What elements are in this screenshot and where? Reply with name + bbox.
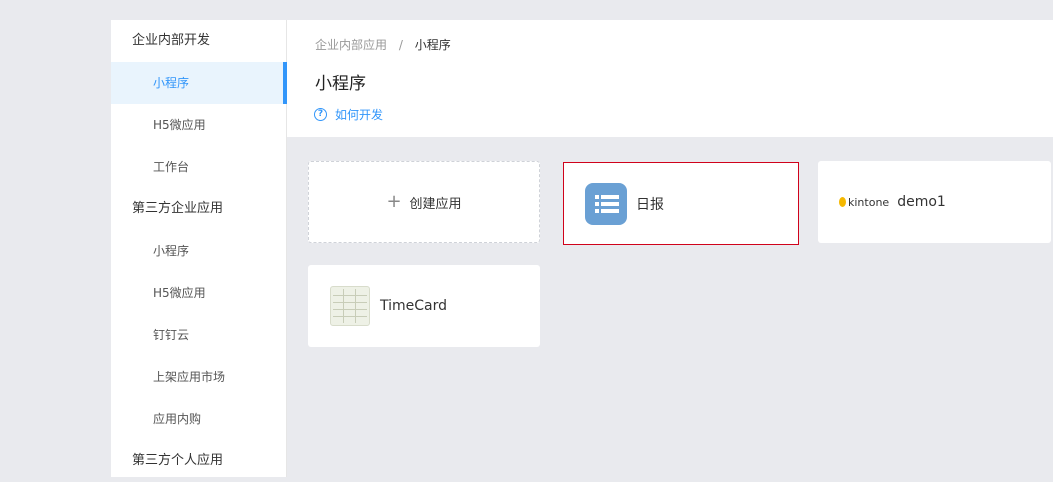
create-app-label: 创建应用 <box>409 196 462 212</box>
sidebar-item-workbench[interactable]: 工作台 <box>111 146 286 188</box>
how-to-develop-label: 如何开发 <box>335 108 384 122</box>
plus-icon: + <box>386 191 402 212</box>
sidebar-item-dingtalk-cloud[interactable]: 钉钉云 <box>111 314 286 356</box>
how-to-develop-link[interactable]: ? 如何开发 <box>314 106 383 123</box>
app-card-daily-report[interactable]: 日报 <box>563 162 799 245</box>
app-name: TimeCard <box>380 298 448 314</box>
sidebar-item-internal-miniprogram[interactable]: 小程序 <box>111 62 287 104</box>
breadcrumb-separator: / <box>398 38 403 52</box>
page-title: 小程序 <box>315 74 366 94</box>
breadcrumb-item-internal-apps[interactable]: 企业内部应用 <box>315 38 387 52</box>
sidebar-item-thirdparty-h5[interactable]: H5微应用 <box>111 272 286 314</box>
sidebar-section-third-party-enterprise: 第三方企业应用 <box>132 201 224 216</box>
breadcrumb: 企业内部应用 / 小程序 <box>315 36 451 53</box>
app-card-demo1[interactable]: kintone demo1 <box>818 161 1051 243</box>
list-doc-icon <box>585 182 627 225</box>
app-name: 日报 <box>636 196 664 213</box>
spreadsheet-icon <box>330 286 370 326</box>
create-app-button[interactable]: + 创建应用 <box>308 161 540 243</box>
sidebar-item-in-app-purchase[interactable]: 应用内购 <box>111 398 286 440</box>
kintone-logo-text: kintone <box>848 195 890 209</box>
sidebar: 企业内部开发 小程序 H5微应用 工作台 第三方企业应用 小程序 H5微应用 钉… <box>111 20 287 477</box>
page-header: 企业内部应用 / 小程序 小程序 ? 如何开发 <box>287 20 1053 137</box>
sidebar-item-internal-h5[interactable]: H5微应用 <box>111 104 286 146</box>
breadcrumb-item-current: 小程序 <box>414 38 451 52</box>
app-card-timecard[interactable]: TimeCard <box>308 265 540 347</box>
sidebar-item-thirdparty-miniprogram[interactable]: 小程序 <box>111 230 286 272</box>
app-name: demo1 <box>897 194 946 210</box>
sidebar-section-third-party-personal: 第三方个人应用 <box>132 453 224 468</box>
sidebar-section-internal: 企业内部开发 <box>132 33 211 48</box>
sidebar-item-app-market[interactable]: 上架应用市场 <box>111 356 286 398</box>
kintone-logo: kintone <box>839 196 889 209</box>
question-circle-icon: ? <box>314 108 327 121</box>
kintone-drop-icon <box>839 197 846 207</box>
